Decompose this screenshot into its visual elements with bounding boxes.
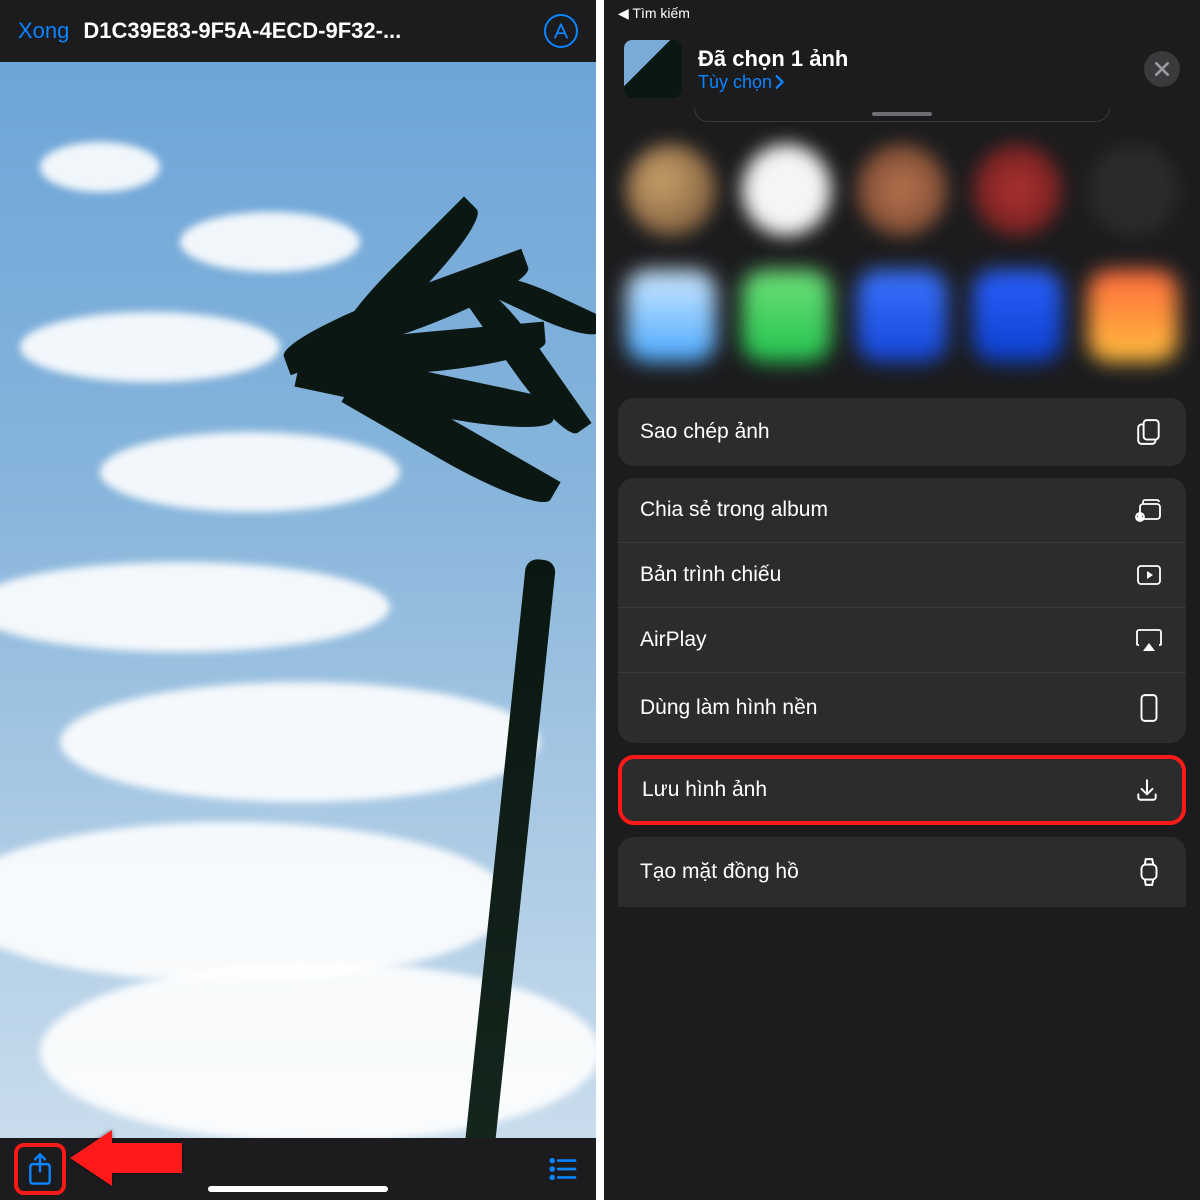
action-label: Bản trình chiếu [640, 563, 781, 587]
airplay-icon [1134, 628, 1164, 652]
annotation-arrow [70, 1130, 182, 1186]
done-button[interactable]: Xong [18, 18, 69, 44]
close-button[interactable] [1144, 51, 1180, 87]
share-album-row[interactable]: Chia sẻ trong album [618, 478, 1186, 542]
home-indicator[interactable] [208, 1186, 388, 1192]
share-apps-row[interactable] [604, 250, 1200, 386]
copy-photo-row[interactable]: Sao chép ảnh [618, 398, 1186, 466]
action-label: Sao chép ảnh [640, 420, 770, 444]
photo-content[interactable] [0, 62, 596, 1138]
watch-icon [1134, 857, 1164, 887]
action-label: Chia sẻ trong album [640, 498, 828, 522]
sheet-header: Đã chọn 1 ảnh Tùy chọn [604, 26, 1200, 108]
file-title: D1C39E83-9F5A-4ECD-9F32-... [83, 18, 530, 44]
set-wallpaper-row[interactable]: Dùng làm hình nền [618, 672, 1186, 743]
phone-icon [1134, 693, 1164, 723]
action-label: Tạo mặt đồng hồ [640, 860, 799, 884]
action-label: Lưu hình ảnh [642, 778, 767, 802]
list-icon[interactable] [548, 1157, 578, 1181]
copy-icon [1134, 418, 1164, 446]
photo-viewer-pane: Xong D1C39E83-9F5A-4ECD-9F32-... [0, 0, 600, 1200]
sheet-grabber[interactable] [694, 108, 1110, 122]
slideshow-row[interactable]: Bản trình chiếu [618, 542, 1186, 607]
selected-thumbnail[interactable] [624, 40, 682, 98]
options-link[interactable]: Tùy chọn [698, 72, 784, 93]
action-group-2: Chia sẻ trong album Bản trình chiếu AirP… [618, 478, 1186, 743]
save-image-highlight: Lưu hình ảnh [618, 755, 1186, 825]
status-bar: ◀ Tìm kiếm [604, 0, 1200, 26]
viewer-header: Xong D1C39E83-9F5A-4ECD-9F32-... [0, 0, 596, 62]
share-icon[interactable] [25, 1152, 55, 1186]
download-icon [1132, 777, 1162, 803]
save-image-row[interactable]: Lưu hình ảnh [622, 759, 1182, 821]
album-icon [1134, 498, 1164, 522]
play-rect-icon [1134, 564, 1164, 586]
share-button-highlight [14, 1143, 66, 1195]
action-label: AirPlay [640, 628, 707, 652]
action-group-1: Sao chép ảnh [618, 398, 1186, 466]
create-watchface-row[interactable]: Tạo mặt đồng hồ [618, 837, 1186, 907]
action-label: Dùng làm hình nền [640, 696, 817, 720]
action-group-3: Tạo mặt đồng hồ [618, 837, 1186, 907]
markup-icon[interactable] [544, 14, 578, 48]
sheet-title: Đã chọn 1 ảnh [698, 46, 1128, 72]
share-sheet-pane: ◀ Tìm kiếm Đã chọn 1 ảnh Tùy chọn Sao ch… [600, 0, 1200, 1200]
airdrop-contacts-row[interactable] [604, 130, 1200, 250]
back-to-search[interactable]: ◀ Tìm kiếm [618, 5, 690, 22]
airplay-row[interactable]: AirPlay [618, 607, 1186, 672]
